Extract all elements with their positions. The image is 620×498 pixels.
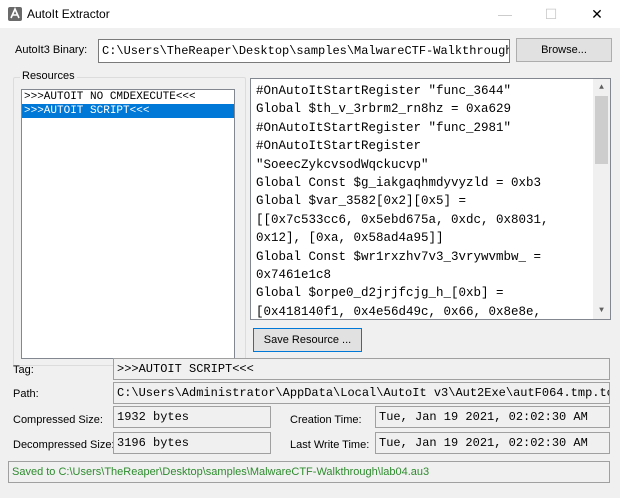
code-line: [[0x7c533cc6, 0x5ebd675a, 0xdc, 0x8031, (256, 212, 549, 227)
tag-label: Tag: (13, 364, 34, 376)
last-write-time-label: Last Write Time: (290, 439, 370, 451)
creation-time-field: Tue, Jan 19 2021, 02:02:30 AM (375, 406, 610, 428)
last-write-time-field: Tue, Jan 19 2021, 02:02:30 AM (375, 432, 610, 454)
binary-label: AutoIt3 Binary: (15, 44, 88, 56)
code-line: Global $th_v_3rbrm2_rn8hz = 0xa629 (256, 102, 512, 117)
compressed-size-field: 1932 bytes (113, 406, 271, 428)
code-line: #OnAutoItStartRegister "func_2981" (256, 120, 512, 135)
code-line: #OnAutoItStartRegister (256, 139, 422, 154)
script-text: #OnAutoItStartRegister "func_3644" Global… (256, 82, 590, 319)
window-title: AutoIt Extractor (27, 7, 110, 21)
app-icon (7, 6, 23, 22)
code-line: Global $var_3582[0x2][0x5] = (256, 194, 467, 209)
minimize-icon: — (498, 6, 512, 22)
resources-list[interactable]: >>>AUTOIT NO CMDEXECUTE<<< >>>AUTOIT SCRI… (21, 89, 235, 359)
creation-time-label: Creation Time: (290, 414, 362, 426)
client-area: AutoIt3 Binary: C:\Users\TheReaper\Deskt… (0, 28, 620, 498)
compressed-size-label: Compressed Size: (13, 414, 103, 426)
script-viewer[interactable]: #OnAutoItStartRegister "func_3644" Global… (250, 78, 611, 320)
path-label: Path: (13, 388, 39, 400)
resource-item[interactable]: >>>AUTOIT SCRIPT<<< (22, 104, 234, 118)
code-line: 0x12], [0xa, 0x58ad4a95]] (256, 231, 444, 246)
code-line: #OnAutoItStartRegister "func_3644" (256, 84, 512, 98)
script-scrollbar[interactable]: ▲ ▼ (593, 79, 610, 319)
code-line: Global $orpe0_d2jrjfcjg_h_[0xb] = (256, 286, 504, 301)
code-line: [0x418140f1, 0x4e56d49c, 0x66, 0x8e8e, (256, 304, 542, 319)
maximize-icon: ☐ (544, 5, 558, 22)
code-line: Global Const $g_iakgaqhmdyvyzld = 0xb3 (256, 175, 542, 190)
code-line: "SoeecZykcvsodWqckucvp" (256, 157, 429, 172)
close-button[interactable]: ✕ (574, 0, 620, 28)
maximize-button[interactable]: ☐ (528, 0, 574, 28)
resources-caption: Resources (20, 70, 77, 82)
title-bar: AutoIt Extractor — ☐ ✕ (0, 0, 620, 28)
binary-path-input[interactable]: C:\Users\TheReaper\Desktop\samples\Malwa… (98, 39, 510, 63)
path-field: C:\Users\Administrator\AppData\Local\Aut… (113, 382, 610, 404)
minimize-button[interactable]: — (482, 0, 528, 28)
browse-button[interactable]: Browse... (516, 38, 612, 62)
code-line: Global Const $wr1rxzhv7v3_3vrywvmbw_ = (256, 249, 542, 264)
decompressed-size-field: 3196 bytes (113, 432, 271, 454)
scrollbar-thumb[interactable] (595, 96, 608, 164)
status-bar: Saved to C:\Users\TheReaper\Desktop\samp… (8, 461, 610, 483)
scroll-up-icon[interactable]: ▲ (593, 79, 610, 96)
decompressed-size-label: Decompressed Size: (13, 439, 115, 451)
tag-field: >>>AUTOIT SCRIPT<<< (113, 358, 610, 380)
scroll-down-icon[interactable]: ▼ (593, 302, 610, 319)
save-resource-button[interactable]: Save Resource ... (253, 328, 362, 352)
close-icon: ✕ (591, 5, 603, 22)
resource-item[interactable]: >>>AUTOIT NO CMDEXECUTE<<< (22, 90, 234, 104)
code-line: 0x7461e1c8 (256, 267, 332, 282)
